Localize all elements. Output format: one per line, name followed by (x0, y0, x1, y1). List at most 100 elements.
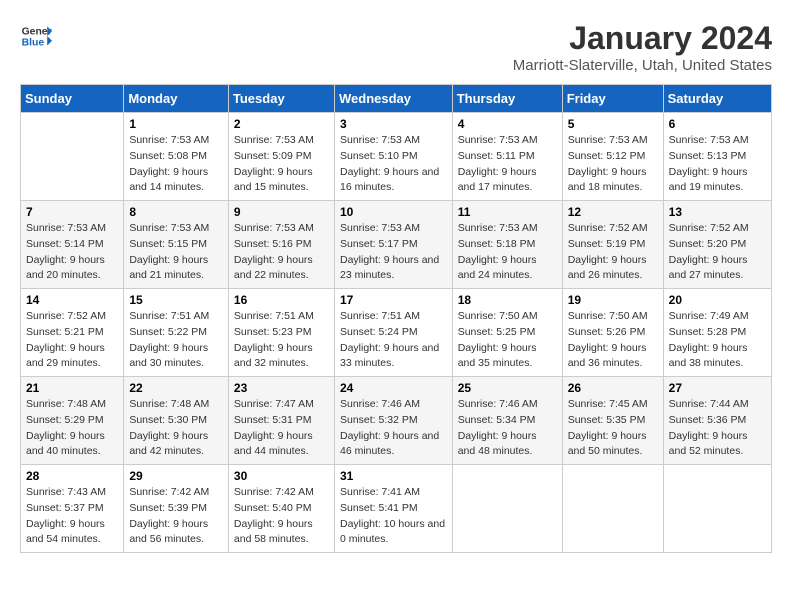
day-number: 14 (26, 293, 118, 307)
day-cell: 30Sunrise: 7:42 AMSunset: 5:40 PMDayligh… (228, 465, 334, 553)
header: General Blue January 2024 Marriott-Slate… (20, 20, 772, 74)
day-cell: 4 Sunrise: 7:53 AMSunset: 5:11 PMDaylight… (452, 113, 562, 201)
day-info: Sunrise: 7:52 AMSunset: 5:21 PMDaylight:… (26, 309, 118, 372)
day-number: 15 (129, 293, 223, 307)
day-info: Sunrise: 7:53 AMSunset: 5:16 PMDaylight:… (234, 221, 329, 284)
day-cell (452, 465, 562, 553)
day-cell (663, 465, 771, 553)
day-info: Sunrise: 7:52 AMSunset: 5:19 PMDaylight:… (568, 221, 658, 284)
day-header-friday: Friday (562, 85, 663, 113)
day-number: 24 (340, 381, 447, 395)
day-cell: 3Sunrise: 7:53 AMSunset: 5:10 PMDaylight… (334, 113, 452, 201)
svg-text:Blue: Blue (22, 38, 45, 49)
calendar-table: SundayMondayTuesdayWednesdayThursdayFrid… (20, 84, 772, 553)
day-info: Sunrise: 7:53 AMSunset: 5:09 PMDaylight:… (234, 133, 329, 196)
day-header-row: SundayMondayTuesdayWednesdayThursdayFrid… (21, 85, 772, 113)
day-cell: 12 Sunrise: 7:52 AMSunset: 5:19 PMDayligh… (562, 201, 663, 289)
day-number: 29 (129, 469, 223, 483)
day-info: Sunrise: 7:45 AMSunset: 5:35 PMDaylight:… (568, 397, 658, 460)
day-cell: 2 Sunrise: 7:53 AMSunset: 5:09 PMDaylight… (228, 113, 334, 201)
day-cell: 18 Sunrise: 7:50 AMSunset: 5:25 PMDayligh… (452, 289, 562, 377)
day-info: Sunrise: 7:53 AMSunset: 5:18 PMDaylight:… (458, 221, 557, 284)
day-info: Sunrise: 7:48 AMSunset: 5:29 PMDaylight:… (26, 397, 118, 460)
day-info: Sunrise: 7:53 AMSunset: 5:10 PMDaylight:… (340, 133, 447, 196)
day-cell: 7 Sunrise: 7:53 AMSunset: 5:14 PMDaylight… (21, 201, 124, 289)
day-cell: 21 Sunrise: 7:48 AMSunset: 5:29 PMDayligh… (21, 377, 124, 465)
week-row-5: 28 Sunrise: 7:43 AMSunset: 5:37 PMDayligh… (21, 465, 772, 553)
day-number: 9 (234, 205, 329, 219)
day-number: 20 (669, 293, 766, 307)
day-info: Sunrise: 7:44 AMSunset: 5:36 PMDaylight:… (669, 397, 766, 460)
day-cell (21, 113, 124, 201)
day-number: 28 (26, 469, 118, 483)
logo-icon: General Blue (20, 20, 52, 52)
day-cell: 11 Sunrise: 7:53 AMSunset: 5:18 PMDayligh… (452, 201, 562, 289)
day-header-wednesday: Wednesday (334, 85, 452, 113)
day-number: 2 (234, 117, 329, 131)
day-info: Sunrise: 7:53 AMSunset: 5:14 PMDaylight:… (26, 221, 118, 284)
day-info: Sunrise: 7:53 AMSunset: 5:15 PMDaylight:… (129, 221, 223, 284)
logo: General Blue (20, 20, 52, 52)
page-subtitle: Marriott-Slaterville, Utah, United State… (513, 57, 772, 74)
day-info: Sunrise: 7:48 AMSunset: 5:30 PMDaylight:… (129, 397, 223, 460)
day-number: 13 (669, 205, 766, 219)
day-info: Sunrise: 7:51 AMSunset: 5:24 PMDaylight:… (340, 309, 447, 372)
day-number: 21 (26, 381, 118, 395)
day-cell: 9 Sunrise: 7:53 AMSunset: 5:16 PMDaylight… (228, 201, 334, 289)
week-row-2: 7 Sunrise: 7:53 AMSunset: 5:14 PMDaylight… (21, 201, 772, 289)
day-info: Sunrise: 7:50 AMSunset: 5:25 PMDaylight:… (458, 309, 557, 372)
day-cell: 25 Sunrise: 7:46 AMSunset: 5:34 PMDayligh… (452, 377, 562, 465)
day-info: Sunrise: 7:53 AMSunset: 5:11 PMDaylight:… (458, 133, 557, 196)
day-header-saturday: Saturday (663, 85, 771, 113)
day-cell (562, 465, 663, 553)
day-info: Sunrise: 7:52 AMSunset: 5:20 PMDaylight:… (669, 221, 766, 284)
day-cell: 16 Sunrise: 7:51 AMSunset: 5:23 PMDayligh… (228, 289, 334, 377)
day-info: Sunrise: 7:46 AMSunset: 5:32 PMDaylight:… (340, 397, 447, 460)
day-info: Sunrise: 7:43 AMSunset: 5:37 PMDaylight:… (26, 485, 118, 548)
day-info: Sunrise: 7:53 AMSunset: 5:12 PMDaylight:… (568, 133, 658, 196)
day-number: 17 (340, 293, 447, 307)
day-info: Sunrise: 7:46 AMSunset: 5:34 PMDaylight:… (458, 397, 557, 460)
day-cell: 28 Sunrise: 7:43 AMSunset: 5:37 PMDayligh… (21, 465, 124, 553)
title-area: January 2024 Marriott-Slaterville, Utah,… (513, 20, 772, 74)
calendar-body: 1 Sunrise: 7:53 AMSunset: 5:08 PMDaylight… (21, 113, 772, 553)
day-cell: 29Sunrise: 7:42 AMSunset: 5:39 PMDayligh… (124, 465, 229, 553)
day-cell: 20 Sunrise: 7:49 AMSunset: 5:28 PMDayligh… (663, 289, 771, 377)
day-cell: 1 Sunrise: 7:53 AMSunset: 5:08 PMDaylight… (124, 113, 229, 201)
day-number: 12 (568, 205, 658, 219)
day-cell: 23 Sunrise: 7:47 AMSunset: 5:31 PMDayligh… (228, 377, 334, 465)
day-number: 25 (458, 381, 557, 395)
day-info: Sunrise: 7:51 AMSunset: 5:22 PMDaylight:… (129, 309, 223, 372)
day-info: Sunrise: 7:49 AMSunset: 5:28 PMDaylight:… (669, 309, 766, 372)
day-number: 10 (340, 205, 447, 219)
day-cell: 8 Sunrise: 7:53 AMSunset: 5:15 PMDaylight… (124, 201, 229, 289)
day-number: 26 (568, 381, 658, 395)
day-number: 16 (234, 293, 329, 307)
day-info: Sunrise: 7:51 AMSunset: 5:23 PMDaylight:… (234, 309, 329, 372)
page-title: January 2024 (513, 20, 772, 57)
day-cell: 14 Sunrise: 7:52 AMSunset: 5:21 PMDayligh… (21, 289, 124, 377)
day-cell: 27Sunrise: 7:44 AMSunset: 5:36 PMDayligh… (663, 377, 771, 465)
day-number: 7 (26, 205, 118, 219)
day-number: 31 (340, 469, 447, 483)
day-info: Sunrise: 7:50 AMSunset: 5:26 PMDaylight:… (568, 309, 658, 372)
day-cell: 10Sunrise: 7:53 AMSunset: 5:17 PMDayligh… (334, 201, 452, 289)
day-header-sunday: Sunday (21, 85, 124, 113)
day-number: 6 (669, 117, 766, 131)
day-number: 1 (129, 117, 223, 131)
day-number: 11 (458, 205, 557, 219)
day-number: 8 (129, 205, 223, 219)
day-number: 4 (458, 117, 557, 131)
day-cell: 17 Sunrise: 7:51 AMSunset: 5:24 PMDayligh… (334, 289, 452, 377)
day-number: 18 (458, 293, 557, 307)
day-info: Sunrise: 7:53 AMSunset: 5:08 PMDaylight:… (129, 133, 223, 196)
week-row-4: 21 Sunrise: 7:48 AMSunset: 5:29 PMDayligh… (21, 377, 772, 465)
day-cell: 31Sunrise: 7:41 AMSunset: 5:41 PMDayligh… (334, 465, 452, 553)
day-info: Sunrise: 7:47 AMSunset: 5:31 PMDaylight:… (234, 397, 329, 460)
day-number: 23 (234, 381, 329, 395)
day-number: 19 (568, 293, 658, 307)
day-cell: 22Sunrise: 7:48 AMSunset: 5:30 PMDayligh… (124, 377, 229, 465)
day-cell: 6Sunrise: 7:53 AMSunset: 5:13 PMDaylight… (663, 113, 771, 201)
day-number: 5 (568, 117, 658, 131)
day-number: 30 (234, 469, 329, 483)
